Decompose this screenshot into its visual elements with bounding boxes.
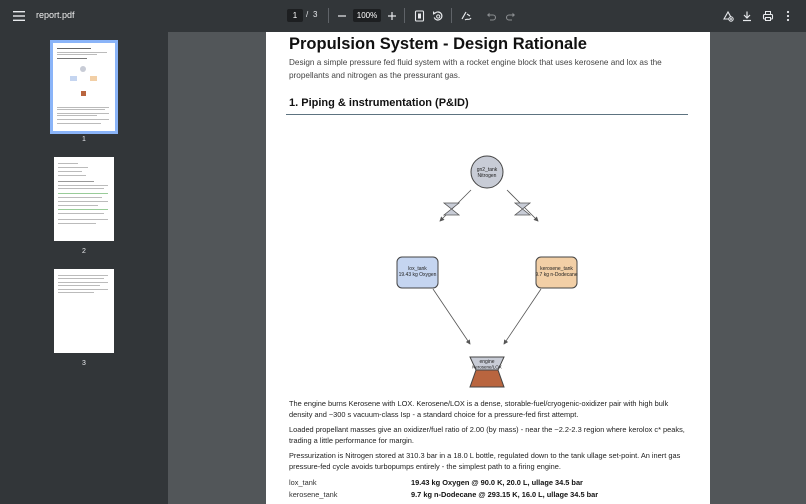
document-heading: Propulsion System - Design Rationale	[289, 35, 587, 53]
thumbnail-sidebar: 1 2 3	[0, 32, 168, 504]
kero-to-engine-line	[503, 288, 542, 345]
kv-key-lox-tank: lox_tank	[289, 478, 317, 487]
lox-tank-sublabel: 19.43 kg Oxygen	[399, 272, 437, 278]
lox-valve-icon	[442, 202, 461, 216]
kero-valve-icon	[513, 202, 532, 216]
annotate-icon[interactable]	[455, 5, 477, 27]
gn2-tank-sublabel: Nitrogen	[478, 173, 497, 179]
paragraph-pressurization: Pressurization is Nitrogen stored at 310…	[289, 451, 681, 471]
page-total: 3	[313, 10, 318, 19]
engine-nozzle-node	[469, 369, 505, 388]
paragraph-propellants: The engine burns Kerosene with LOX. Kero…	[289, 399, 669, 419]
document-title: report.pdf	[36, 10, 75, 20]
page-separator: /	[306, 10, 309, 19]
zoom-input[interactable]: 100%	[353, 9, 381, 22]
thumbnail-label-2: 2	[82, 248, 86, 255]
more-options-icon[interactable]	[777, 5, 799, 27]
intro-paragraph: Design a simple pressure fed fluid syste…	[289, 58, 662, 80]
section-heading: 1. Piping & instrumentation (P&ID)	[289, 97, 469, 109]
menu-icon[interactable]	[8, 5, 30, 27]
toolbar-divider	[328, 8, 329, 23]
engine-sublabel: Kerosene/LOX	[472, 365, 502, 370]
zoom-in-button[interactable]	[381, 5, 403, 27]
toolbar-divider	[404, 8, 405, 23]
redo-icon[interactable]	[499, 5, 521, 27]
lox-to-engine-line	[432, 288, 471, 345]
thumbnail-page-3[interactable]	[54, 269, 114, 353]
kv-value-lox-tank: 19.43 kg Oxygen @ 90.0 K, 20.0 L, ullage…	[411, 478, 583, 487]
pdf-toolbar: report.pdf 1 / 3 100%	[0, 0, 806, 32]
thumbnail-label-3: 3	[82, 360, 86, 367]
kv-key-kerosene-tank: kerosene_tank	[289, 490, 338, 499]
kerosene-tank-sublabel: 9.7 kg n-Dodecane	[535, 272, 577, 278]
print-icon[interactable]	[757, 5, 779, 27]
thumbnail-page-2[interactable]	[54, 157, 114, 241]
pid-diagram: gn2_tank Nitrogen lox_tank 19.43 kg Oxyg…	[396, 155, 578, 388]
pdf-page-1: Propulsion System - Design Rationale Des…	[266, 32, 710, 504]
rotate-icon[interactable]	[427, 5, 449, 27]
zoom-out-button[interactable]	[331, 5, 353, 27]
page-number-input[interactable]: 1	[287, 9, 303, 22]
toolbar-divider	[451, 8, 452, 23]
kv-value-kerosene-tank: 9.7 kg n-Dodecane @ 293.15 K, 16.0 L, ul…	[411, 490, 599, 499]
paragraph-mixture-ratio: Loaded propellant masses give an oxidize…	[289, 425, 685, 445]
download-icon[interactable]	[736, 5, 758, 27]
thumbnail-page-1[interactable]	[50, 40, 118, 134]
thumbnail-label-1: 1	[82, 136, 86, 143]
